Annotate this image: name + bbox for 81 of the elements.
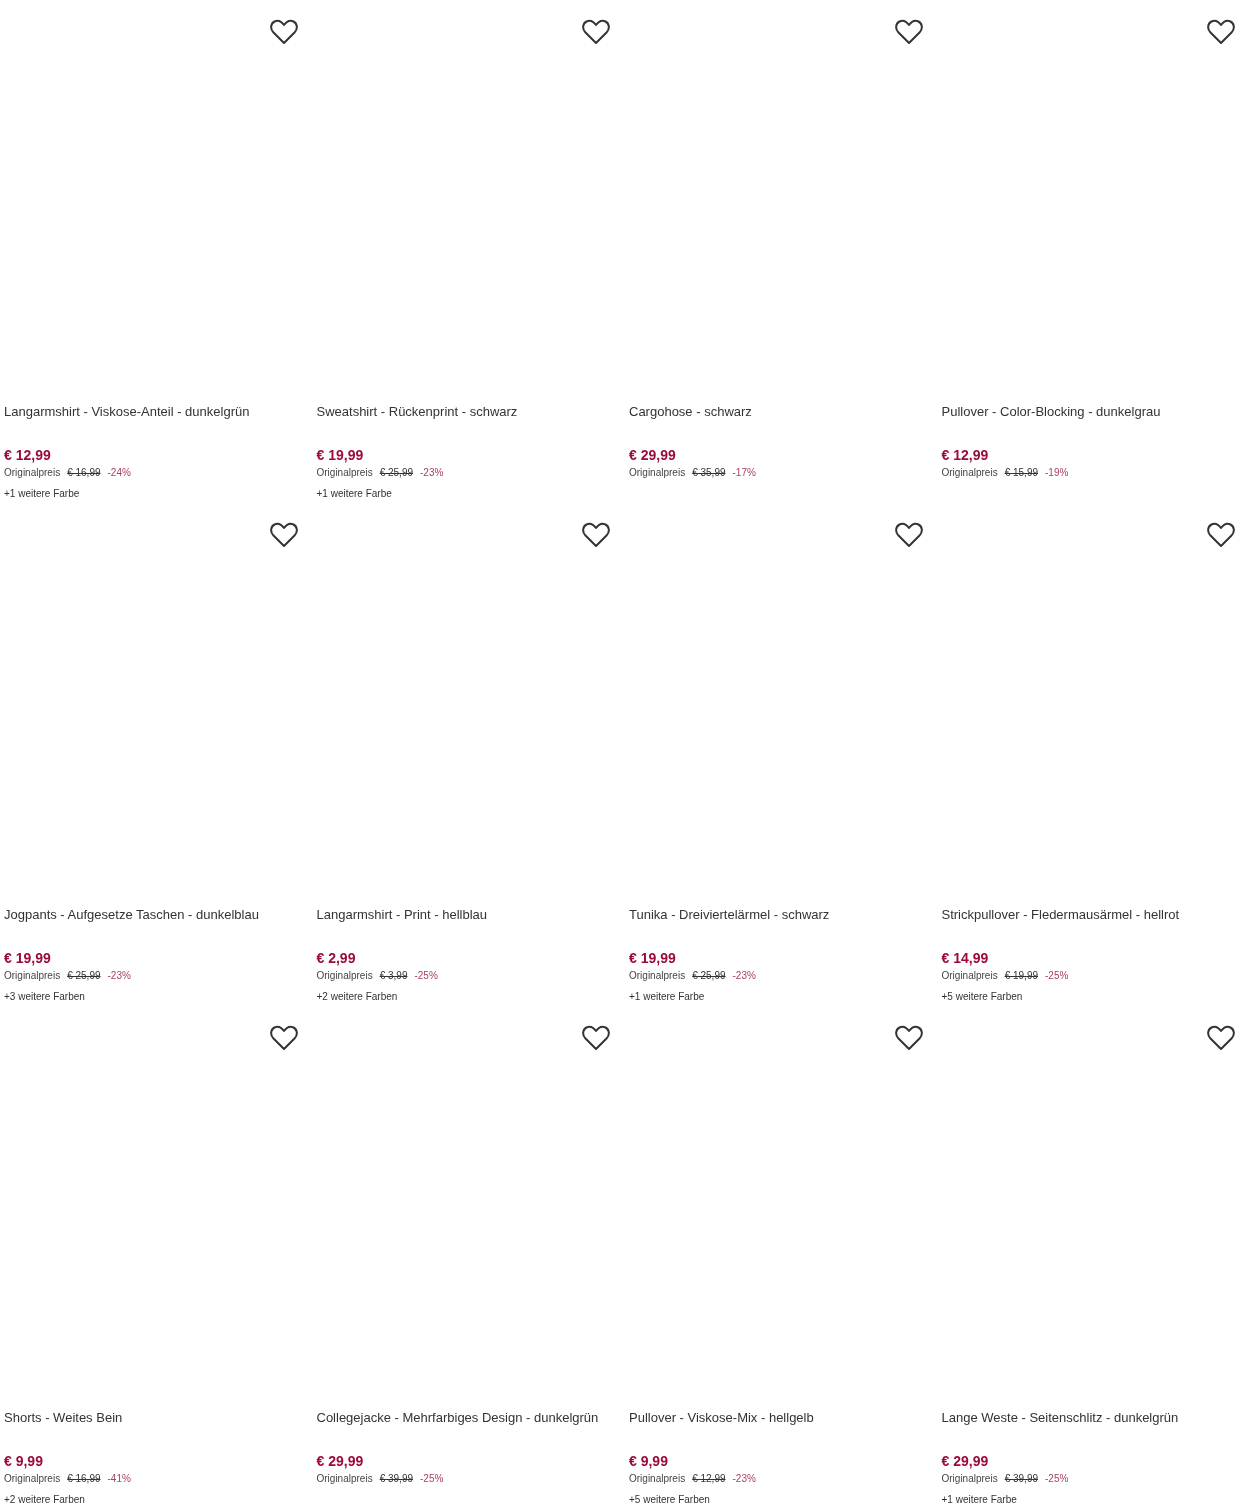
heart-icon[interactable] [1207, 1025, 1235, 1051]
product-title[interactable]: Langarmshirt - Viskose-Anteil - dunkelgrün [4, 400, 313, 424]
original-price: € 39,99 [379, 1472, 413, 1486]
heart-icon[interactable] [582, 19, 610, 45]
discount-percent: -23% [420, 466, 444, 480]
discount-percent: -19% [1045, 466, 1069, 480]
product-price: € 19,99 [629, 949, 677, 968]
more-colors-link[interactable]: +5 weitere Farben [629, 1494, 710, 1505]
original-price: € 12,99 [692, 1472, 726, 1486]
discount-percent: -24% [107, 466, 131, 480]
product-price: € 2,99 [316, 949, 357, 968]
original-price: € 25,99 [692, 969, 726, 983]
discount-percent: -25% [414, 969, 438, 983]
product-title[interactable]: Lange Weste - Seitenschlitz - dunkelgrün [941, 1406, 1250, 1430]
product-title[interactable]: Strickpullover - Fledermausärmel - hellrot [941, 903, 1250, 927]
original-price: € 3,99 [379, 969, 408, 983]
discount-percent: -23% [732, 969, 756, 983]
product-price: € 29,99 [316, 1452, 365, 1471]
product-price: € 12,99 [941, 446, 990, 465]
original-price: € 39,99 [1004, 1472, 1038, 1486]
discount-percent: -25% [1045, 1472, 1069, 1486]
original-price-label: Originalpreis [316, 466, 373, 480]
original-price-label: Originalpreis [941, 1472, 998, 1486]
original-price-label: Originalpreis [316, 1472, 373, 1486]
product-price: € 12,99 [4, 446, 52, 465]
more-colors-link[interactable]: +1 weitere Farbe [941, 1494, 1017, 1505]
heart-icon[interactable] [894, 1025, 923, 1051]
product-title[interactable]: Pullover - Viskose-Mix - hellgelb [629, 1406, 938, 1430]
product-title[interactable]: Cargohose - schwarz [629, 400, 938, 424]
product-title[interactable]: Shorts - Weites Bein [4, 1406, 313, 1430]
original-price-label: Originalpreis [629, 969, 686, 983]
product-title[interactable]: Jogpants - Aufgesetze Taschen - dunkelblau [4, 903, 313, 927]
more-colors-link[interactable]: +5 weitere Farben [941, 991, 1023, 1002]
heart-icon[interactable] [269, 522, 298, 548]
heart-icon[interactable] [269, 1025, 298, 1051]
heart-icon[interactable] [269, 19, 298, 45]
original-price: € 16,99 [67, 1472, 101, 1486]
product-price: € 19,99 [316, 446, 365, 465]
original-price-label: Originalpreis [316, 969, 373, 983]
more-colors-link[interactable]: +2 weitere Farben [316, 991, 398, 1002]
more-colors-link[interactable]: +1 weitere Farbe [316, 488, 392, 499]
product-price: € 29,99 [941, 1452, 990, 1471]
product-price: € 9,99 [629, 1452, 669, 1471]
product-price: € 14,99 [941, 949, 990, 968]
more-colors-link[interactable]: +1 weitere Farbe [4, 488, 80, 499]
discount-percent: -25% [1045, 969, 1069, 983]
original-price-label: Originalpreis [4, 1472, 61, 1486]
discount-percent: -23% [107, 969, 131, 983]
discount-percent: -41% [107, 1472, 131, 1486]
product-title[interactable]: Collegejacke - Mehrfarbiges Design - dunkelgrün [316, 1406, 625, 1430]
discount-percent: -23% [732, 1472, 756, 1486]
original-price-label: Originalpreis [4, 969, 61, 983]
product-title[interactable]: Tunika - Dreiviertelärmel - schwarz [629, 903, 938, 927]
product-title[interactable]: Langarmshirt - Print - hellblau [316, 903, 625, 927]
product-price: € 19,99 [4, 949, 52, 968]
original-price: € 16,99 [67, 466, 101, 480]
product-price: € 29,99 [629, 446, 677, 465]
discount-percent: -25% [420, 1472, 444, 1486]
original-price-label: Originalpreis [941, 466, 998, 480]
more-colors-link[interactable]: +2 weitere Farben [4, 1494, 85, 1505]
heart-icon[interactable] [1207, 522, 1235, 548]
heart-icon[interactable] [1207, 19, 1235, 45]
original-price: € 15,99 [1004, 466, 1038, 480]
more-colors-link[interactable]: +3 weitere Farben [4, 991, 85, 1002]
original-price: € 19,99 [1004, 969, 1038, 983]
original-price: € 35,99 [692, 466, 726, 480]
heart-icon[interactable] [582, 522, 610, 548]
original-price-label: Originalpreis [941, 969, 998, 983]
product-price: € 9,99 [4, 1452, 44, 1471]
more-colors-link[interactable]: +1 weitere Farbe [629, 991, 705, 1002]
original-price-label: Originalpreis [4, 466, 61, 480]
heart-icon[interactable] [894, 19, 923, 45]
discount-percent: -17% [732, 466, 756, 480]
heart-icon[interactable] [582, 1025, 610, 1051]
original-price: € 25,99 [67, 969, 101, 983]
original-price-label: Originalpreis [629, 1472, 686, 1486]
heart-icon[interactable] [894, 522, 923, 548]
product-title[interactable]: Sweatshirt - Rückenprint - schwarz [316, 400, 625, 424]
original-price: € 25,99 [379, 466, 413, 480]
product-title[interactable]: Pullover - Color-Blocking - dunkelgrau [941, 400, 1250, 424]
original-price-label: Originalpreis [629, 466, 686, 480]
